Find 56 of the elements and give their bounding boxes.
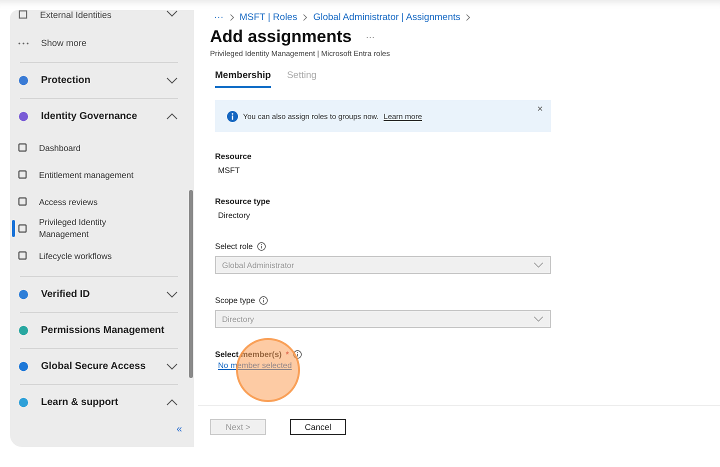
item-icon [18, 224, 27, 233]
chevron-down-icon [533, 262, 544, 268]
field-label: Select role [215, 242, 253, 251]
tab[interactable]: Membership [215, 68, 271, 88]
close-button[interactable]: × [537, 104, 543, 115]
chevron-down-icon [166, 10, 178, 17]
sidebar-section[interactable]: Learn & support [10, 385, 188, 420]
item-icon [18, 197, 27, 206]
breadcrumb-link[interactable]: Global Administrator | Assignments [313, 12, 460, 23]
chevron-down-icon [166, 363, 178, 370]
chevron-right-icon [303, 14, 308, 21]
section-icon [18, 397, 29, 408]
sidebar-item[interactable]: Entitlement management [10, 161, 188, 188]
collapse-button[interactable]: « [176, 424, 182, 435]
sidebar-item[interactable]: Dashboard [10, 134, 188, 161]
show-more-link[interactable]: Show more [10, 24, 188, 62]
chevron-down-icon [533, 316, 544, 322]
chevron-right-icon [230, 14, 234, 21]
chevron-down-icon [166, 291, 178, 298]
sidebar-section[interactable]: Identity Governance [10, 99, 188, 134]
sidebar-section[interactable]: Protection [10, 63, 188, 98]
field-value: Directory [217, 211, 252, 220]
chevron-up-icon [166, 399, 178, 406]
section-icon [18, 289, 29, 300]
field-label: Resource [215, 152, 252, 161]
sidebar-section[interactable]: Permissions Management [10, 313, 188, 348]
section-icon [18, 75, 29, 86]
item-icon [18, 170, 27, 179]
sidebar-item[interactable]: External Identities [10, 10, 188, 24]
sidebar-item[interactable]: Lifecycle workflows [10, 242, 188, 269]
chevron-up-icon [166, 113, 178, 120]
sidebar-item[interactable]: Privileged Identity Management [10, 215, 188, 242]
sidebar-section[interactable]: Global Secure Access [10, 349, 188, 384]
item-icon [18, 10, 28, 19]
breadcrumb-more[interactable]: ··· [214, 12, 224, 23]
section-icon [18, 361, 29, 372]
sidebar-item[interactable]: Access reviews [10, 188, 188, 215]
info-icon [227, 110, 238, 122]
chevron-down-icon [166, 77, 178, 84]
breadcrumb-link[interactable]: MSFT | Roles [240, 12, 298, 23]
page-title: Add assignments [210, 27, 352, 47]
field-label: Resource type [215, 197, 270, 206]
item-icon [18, 143, 27, 152]
item-icon [18, 251, 27, 260]
sidebar-section[interactable]: Verified ID [10, 277, 188, 312]
field-label: Select member(s) [215, 350, 282, 359]
scrollbar[interactable] [188, 10, 194, 447]
required-mark: * [286, 350, 289, 359]
chevron-right-icon [466, 14, 470, 21]
more-button[interactable]: ··· [366, 32, 375, 42]
section-icon [18, 325, 29, 336]
cancel-button[interactable]: Cancel [290, 419, 346, 435]
dots-icon [18, 42, 29, 44]
section-icon [18, 111, 29, 122]
field-value: MSFT [217, 166, 241, 175]
field-label: Scope type [215, 296, 256, 305]
